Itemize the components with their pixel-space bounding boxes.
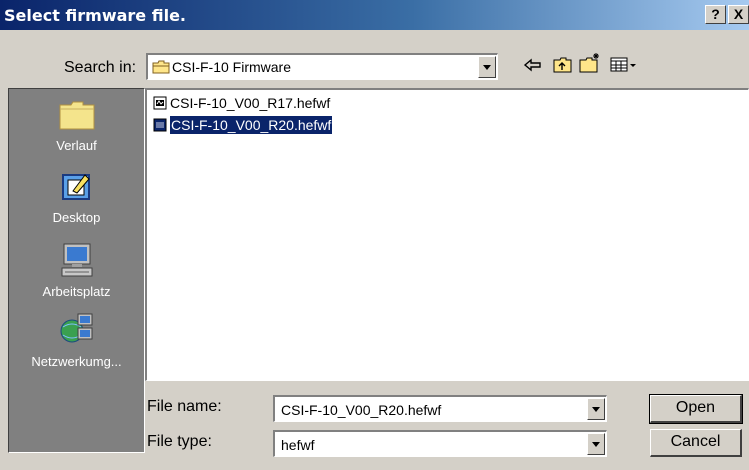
file-name-combo[interactable]: CSI-F-10_V00_R20.hefwf	[273, 395, 607, 422]
search-in-label: Search in:	[64, 59, 137, 76]
file-name-label: File name:	[147, 398, 222, 415]
place-verlauf[interactable]: Verlauf	[9, 97, 144, 153]
file-type-select[interactable]: hefwf	[281, 437, 314, 453]
chevron-down-icon[interactable]	[478, 56, 496, 78]
place-arbeitsplatz[interactable]: Arbeitsplatz	[9, 241, 144, 299]
place-label: Netzwerkumg...	[31, 354, 122, 369]
new-folder-icon[interactable]	[578, 52, 600, 74]
place-label: Arbeitsplatz	[42, 284, 111, 299]
file-name: CSI-F-10_V00_R20.hefwf	[168, 115, 334, 135]
help-button[interactable]: ?	[705, 5, 726, 24]
file-name-input[interactable]: CSI-F-10_V00_R20.hefwf	[281, 402, 441, 418]
search-in-value: CSI-F-10 Firmware	[172, 59, 292, 75]
back-icon[interactable]	[522, 56, 544, 78]
list-item[interactable]: CSI-F-10_V00_R20.hefwf	[153, 115, 334, 135]
place-desktop[interactable]: Desktop	[9, 169, 144, 225]
folder-icon	[152, 59, 170, 80]
dialog-title: Select firmware file.	[4, 6, 186, 25]
network-icon	[58, 313, 96, 352]
place-label: Desktop	[52, 210, 101, 225]
list-item[interactable]: CSI-F-10_V00_R17.hefwf	[153, 94, 330, 112]
title-bar: Select firmware file. ? X	[0, 0, 749, 30]
up-folder-icon[interactable]	[552, 55, 574, 77]
open-button[interactable]: Open	[649, 394, 743, 424]
view-menu-icon[interactable]	[610, 56, 636, 78]
close-button[interactable]: X	[728, 5, 749, 24]
desktop-icon	[59, 174, 95, 208]
place-label: Verlauf	[56, 138, 97, 153]
file-name: CSI-F-10_V00_R17.hefwf	[170, 95, 331, 111]
chevron-down-icon[interactable]	[587, 398, 605, 420]
places-bar: Verlauf Desktop Arbeitsplatz Netzwerkumg…	[8, 88, 145, 453]
file-type-combo[interactable]: hefwf	[273, 430, 607, 457]
my-computer-icon	[58, 243, 96, 282]
file-list[interactable]: CSI-F-10_V00_R17.hefwf CSI-F-10_V00_R20.…	[145, 88, 749, 381]
cancel-button[interactable]: Cancel	[650, 429, 742, 457]
history-folder-icon	[57, 101, 97, 136]
place-netzwerk[interactable]: Netzwerkumg...	[9, 311, 144, 369]
file-icon	[153, 96, 167, 110]
search-in-combo[interactable]: CSI-F-10 Firmware	[146, 53, 498, 80]
chevron-down-icon[interactable]	[587, 433, 605, 455]
file-icon	[153, 118, 167, 132]
file-type-label: File type:	[147, 433, 212, 450]
